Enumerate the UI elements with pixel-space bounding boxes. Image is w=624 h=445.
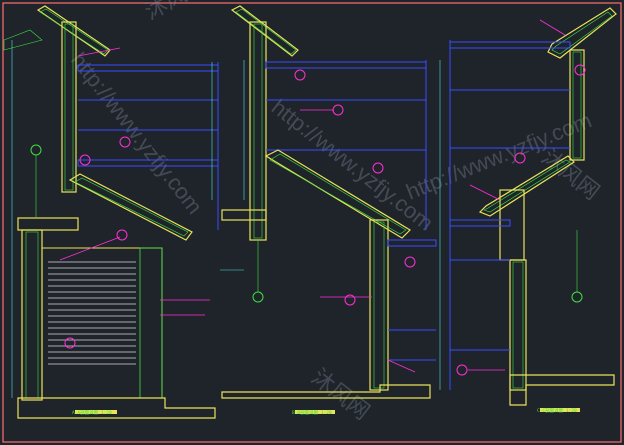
section-c-floor-slab <box>499 189 525 261</box>
watermark-url-2: http://www.yzfjy.com <box>267 94 438 235</box>
section-b-lower-wall <box>369 219 389 391</box>
section-b-axis-bubble <box>252 291 264 303</box>
section-b-floor-slab <box>221 209 267 221</box>
section-a-roof-hatch-top <box>39 8 109 55</box>
section-a-shutter-slats <box>48 261 136 365</box>
section-c-detail-marker-2 <box>456 364 468 376</box>
section-details-drawing: http://www.yzfjy.com http://www.yzfjy.co… <box>2 0 622 443</box>
section-c-lower-wall-inner <box>512 261 524 389</box>
section-a-detail-marker-3 <box>64 337 76 349</box>
section-a-group: A-A剖面详图 1:20 <box>11 5 244 419</box>
section-b-roof-slab-top <box>230 5 299 57</box>
section-a-roof-slab-top <box>36 5 111 57</box>
section-a-lower-wall-inner <box>25 231 39 399</box>
section-c-leader-1 <box>469 184 501 201</box>
section-c-lower-wall <box>509 259 527 391</box>
section-a-upper-wall <box>61 21 77 193</box>
section-a-detail-marker-2 <box>116 229 128 241</box>
section-a-lower-wall <box>21 229 43 401</box>
section-b-title: B-B剖面详图 1:20 <box>292 409 332 416</box>
section-c-axis-bubble <box>571 291 583 303</box>
section-b-wall <box>249 21 267 241</box>
section-b-detail-marker-4 <box>344 294 356 306</box>
watermark-brand-2: 沐风网 <box>537 144 604 204</box>
watermark-brand-1: 沐风网 <box>141 0 211 24</box>
section-a-base-slab <box>17 397 216 419</box>
section-c-title: C-C剖面详图 1:20 <box>537 407 577 414</box>
section-b-detail-marker-1 <box>294 69 306 81</box>
section-a-axis-bubble <box>30 144 42 156</box>
section-b-lower-window <box>387 239 437 247</box>
cad-drawing-viewport: http://www.yzfjy.com http://www.yzfjy.co… <box>0 0 624 445</box>
section-a-floor-slab <box>17 217 79 231</box>
top-left-hatch-fragment <box>3 29 43 51</box>
section-b-lower-wall-inner <box>373 221 385 389</box>
section-c-leader-3 <box>539 19 566 36</box>
section-b-wall-inner <box>253 23 263 239</box>
section-b-detail-marker-2 <box>332 104 344 116</box>
section-a-shutter-frame <box>41 247 163 399</box>
section-c-group: C-C剖面详图 1:20 <box>439 7 617 414</box>
section-b-detail-marker-5 <box>404 256 416 268</box>
section-c-upper-wall-inner <box>572 51 582 159</box>
section-a-right-pier <box>139 247 163 399</box>
section-c-lower-window <box>449 219 511 227</box>
watermark-url-1: http://www.yzfjy.com <box>66 48 207 219</box>
section-b-upper-window <box>265 61 427 69</box>
section-a-upper-wall-inner <box>64 23 74 191</box>
section-b-leader-3 <box>387 359 416 373</box>
section-a-title: A-A剖面详图 1:20 <box>72 409 112 416</box>
